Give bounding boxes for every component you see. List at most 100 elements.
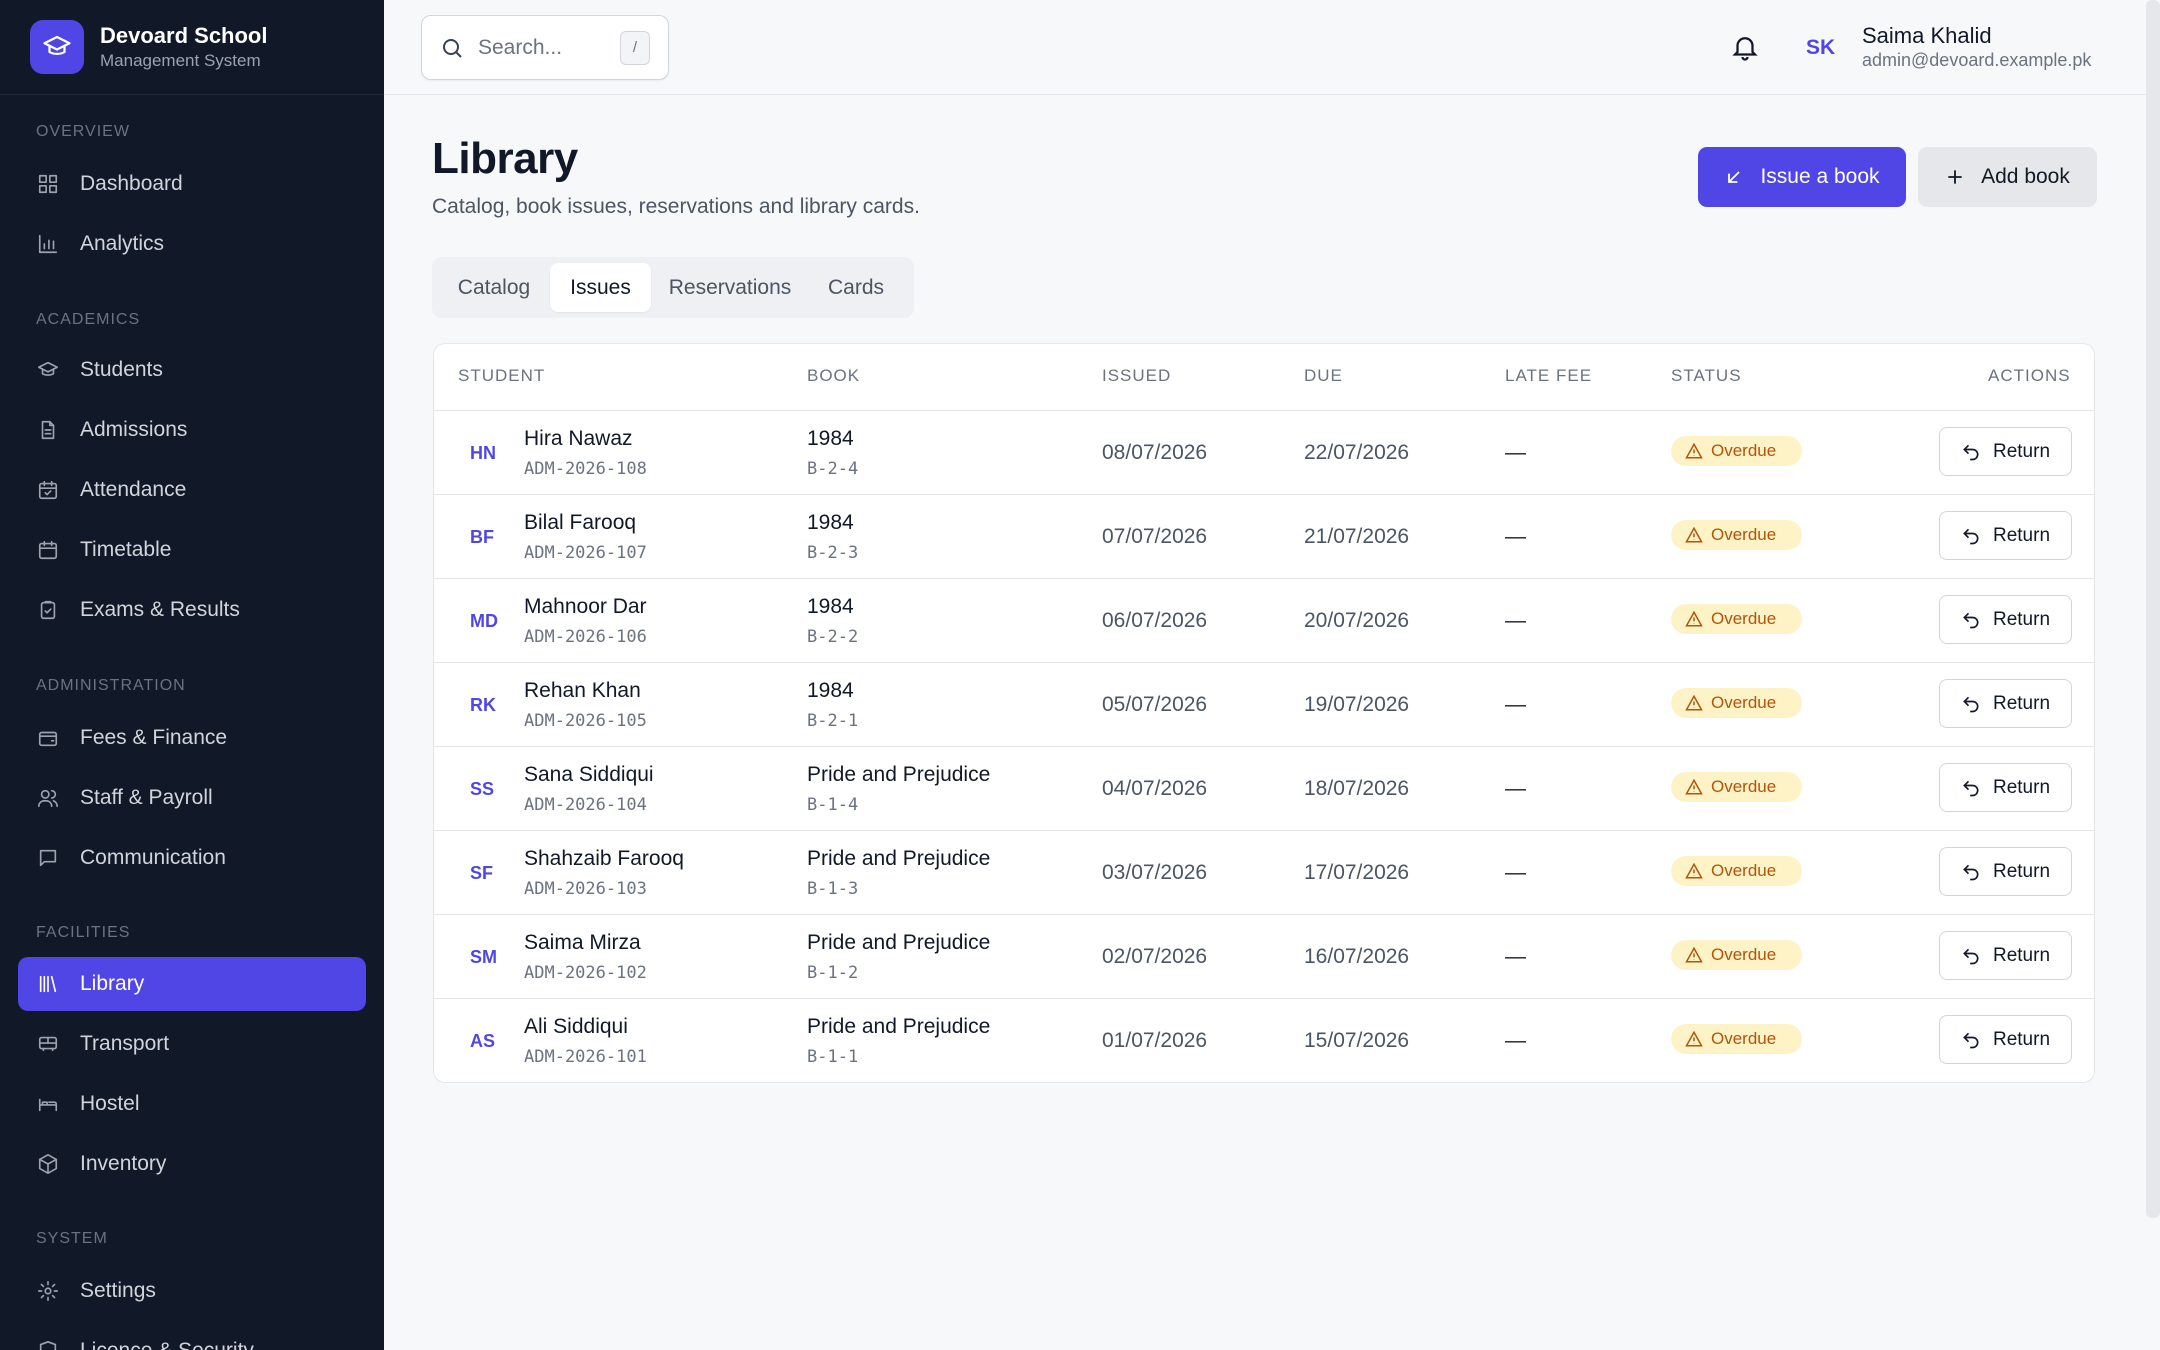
student-name[interactable]: Ali Siddiqui [524, 1015, 628, 1039]
issue-book-button[interactable]: Issue a book [1698, 147, 1906, 207]
warning-icon [1685, 862, 1703, 879]
column-header-student[interactable]: STUDENT [458, 366, 545, 386]
sidebar-item-transport[interactable]: Transport [18, 1017, 366, 1071]
sidebar-item-attendance[interactable]: Attendance [18, 463, 366, 517]
undo-icon [1963, 612, 1979, 628]
student-name[interactable]: Rehan Khan [524, 679, 641, 703]
brand[interactable]: Devoard School Management System [0, 0, 384, 95]
column-header-status[interactable]: STATUS [1671, 366, 1742, 386]
sidebar-item-label: Inventory [80, 1152, 167, 1175]
admission-number: ADM-2026-106 [524, 627, 647, 647]
sidebar-item-licence[interactable]: Licence & Security [18, 1324, 366, 1350]
book-title[interactable]: Pride and Prejudice [807, 847, 990, 871]
add-book-button[interactable]: Add book [1918, 147, 2097, 207]
shelf-code: B-2-1 [807, 711, 859, 731]
tab-reservations[interactable]: Reservations [657, 263, 803, 312]
student-avatar: MD [470, 611, 498, 631]
sidebar-item-settings[interactable]: Settings [18, 1264, 366, 1318]
plus-icon [1948, 170, 1962, 184]
table-row[interactable]: SS Sana Siddiqui ADM-2026-104 Pride and Pre… [434, 746, 2094, 830]
package-icon [36, 1152, 60, 1176]
section-label-facilities: FACILITIES [36, 924, 131, 941]
issued-date: 04/07/2026 [1102, 777, 1208, 800]
avatar[interactable]: SK [1806, 36, 1835, 60]
sidebar-item-communication[interactable]: Communication [18, 831, 366, 885]
return-button[interactable]: Return [1939, 595, 2072, 644]
sidebar-item-timetable[interactable]: Timetable [18, 523, 366, 577]
return-button[interactable]: Return [1939, 931, 2072, 980]
admission-number: ADM-2026-101 [524, 1047, 647, 1067]
sidebar-item-students[interactable]: Students [18, 343, 366, 397]
book-title[interactable]: 1984 [807, 595, 854, 619]
sidebar-item-exams[interactable]: Exams & Results [18, 583, 366, 637]
sidebar-item-library[interactable]: Library [18, 957, 366, 1011]
tab-cards[interactable]: Cards [809, 263, 903, 312]
due-date: 21/07/2026 [1304, 525, 1410, 548]
column-header-book[interactable]: BOOK [807, 366, 860, 386]
tabs: Catalog Issues Reservations Cards [432, 257, 914, 318]
return-button[interactable]: Return [1939, 427, 2072, 476]
book-title[interactable]: 1984 [807, 511, 854, 535]
due-date: 17/07/2026 [1304, 861, 1410, 884]
late-fee: — [1505, 1029, 1526, 1052]
warning-icon [1685, 610, 1703, 627]
sidebar-item-inventory[interactable]: Inventory [18, 1137, 366, 1191]
table-row[interactable]: SF Shahzaib Farooq ADM-2026-103 Pride and P… [434, 830, 2094, 914]
tab-catalog[interactable]: Catalog [444, 263, 544, 312]
tab-issues[interactable]: Issues [550, 263, 651, 312]
book-title[interactable]: Pride and Prejudice [807, 763, 990, 787]
sidebar-item-label: Library [80, 972, 145, 995]
bell-icon[interactable] [1730, 32, 1760, 62]
bar-chart-icon [36, 232, 60, 256]
table-row[interactable]: MD Mahnoor Dar ADM-2026-106 1984 B-2-2 06/07/… [434, 578, 2094, 662]
return-button[interactable]: Return [1939, 763, 2072, 812]
gear-icon [36, 1279, 60, 1303]
table-row[interactable]: BF Bilal Farooq ADM-2026-107 1984 B-2-3 07/07… [434, 494, 2094, 578]
return-button[interactable]: Return [1939, 847, 2072, 896]
sidebar-item-dashboard[interactable]: Dashboard [18, 157, 366, 211]
status-label: Overdue [1711, 861, 1777, 880]
sidebar-item-admissions[interactable]: Admissions [18, 403, 366, 457]
book-title[interactable]: 1984 [807, 679, 854, 703]
wallet-icon [36, 726, 60, 750]
book-title[interactable]: Pride and Prejudice [807, 1015, 990, 1039]
shelf-code: B-2-3 [807, 543, 859, 563]
table-row[interactable]: SM Saima Mirza ADM-2026-102 Pride and Preju… [434, 914, 2094, 998]
column-header-issued[interactable]: ISSUED [1102, 366, 1171, 386]
scrollbar[interactable] [2146, 0, 2160, 1218]
undo-icon [1963, 528, 1979, 544]
user-name[interactable]: Saima Khalid [1862, 23, 1992, 49]
book-title[interactable]: 1984 [807, 427, 854, 451]
sidebar-item-analytics[interactable]: Analytics [18, 217, 366, 271]
table-row[interactable]: HN Hira Nawaz ADM-2026-108 1984 B-2-4 08/07/2… [434, 410, 2094, 494]
brand-subtitle: Management System [100, 51, 261, 70]
sidebar-item-fees[interactable]: Fees & Finance [18, 711, 366, 765]
search-shortcut: / [620, 30, 650, 65]
return-button[interactable]: Return [1939, 1015, 2072, 1064]
search-input[interactable]: Search... / [421, 15, 669, 80]
student-name[interactable]: Bilal Farooq [524, 511, 636, 535]
column-header-late-fee[interactable]: LATE FEE [1505, 366, 1592, 386]
student-name[interactable]: Hira Nawaz [524, 427, 633, 451]
return-button[interactable]: Return [1939, 679, 2072, 728]
sidebar-item-label: Timetable [80, 538, 172, 561]
sidebar-item-hostel[interactable]: Hostel [18, 1077, 366, 1131]
status-label: Overdue [1711, 609, 1777, 628]
student-name[interactable]: Saima Mirza [524, 931, 641, 955]
status-badge: Overdue [1671, 688, 1802, 718]
sidebar-item-staff[interactable]: Staff & Payroll [18, 771, 366, 825]
search-placeholder: Search... [478, 35, 563, 59]
student-name[interactable]: Mahnoor Dar [524, 595, 647, 619]
student-name[interactable]: Sana Siddiqui [524, 763, 654, 787]
shelf-code: B-1-2 [807, 963, 859, 983]
admission-number: ADM-2026-108 [524, 459, 647, 479]
book-title[interactable]: Pride and Prejudice [807, 931, 990, 955]
table-row[interactable]: RK Rehan Khan ADM-2026-105 1984 B-2-1 05/07/2… [434, 662, 2094, 746]
arrow-down-left-icon [1728, 171, 1741, 183]
status-label: Overdue [1711, 1029, 1777, 1048]
table-row[interactable]: AS Ali Siddiqui ADM-2026-101 Pride and Prej… [434, 998, 2094, 1082]
return-button[interactable]: Return [1939, 511, 2072, 560]
admission-number: ADM-2026-102 [524, 963, 647, 983]
column-header-due[interactable]: DUE [1304, 366, 1343, 386]
student-name[interactable]: Shahzaib Farooq [524, 847, 684, 871]
